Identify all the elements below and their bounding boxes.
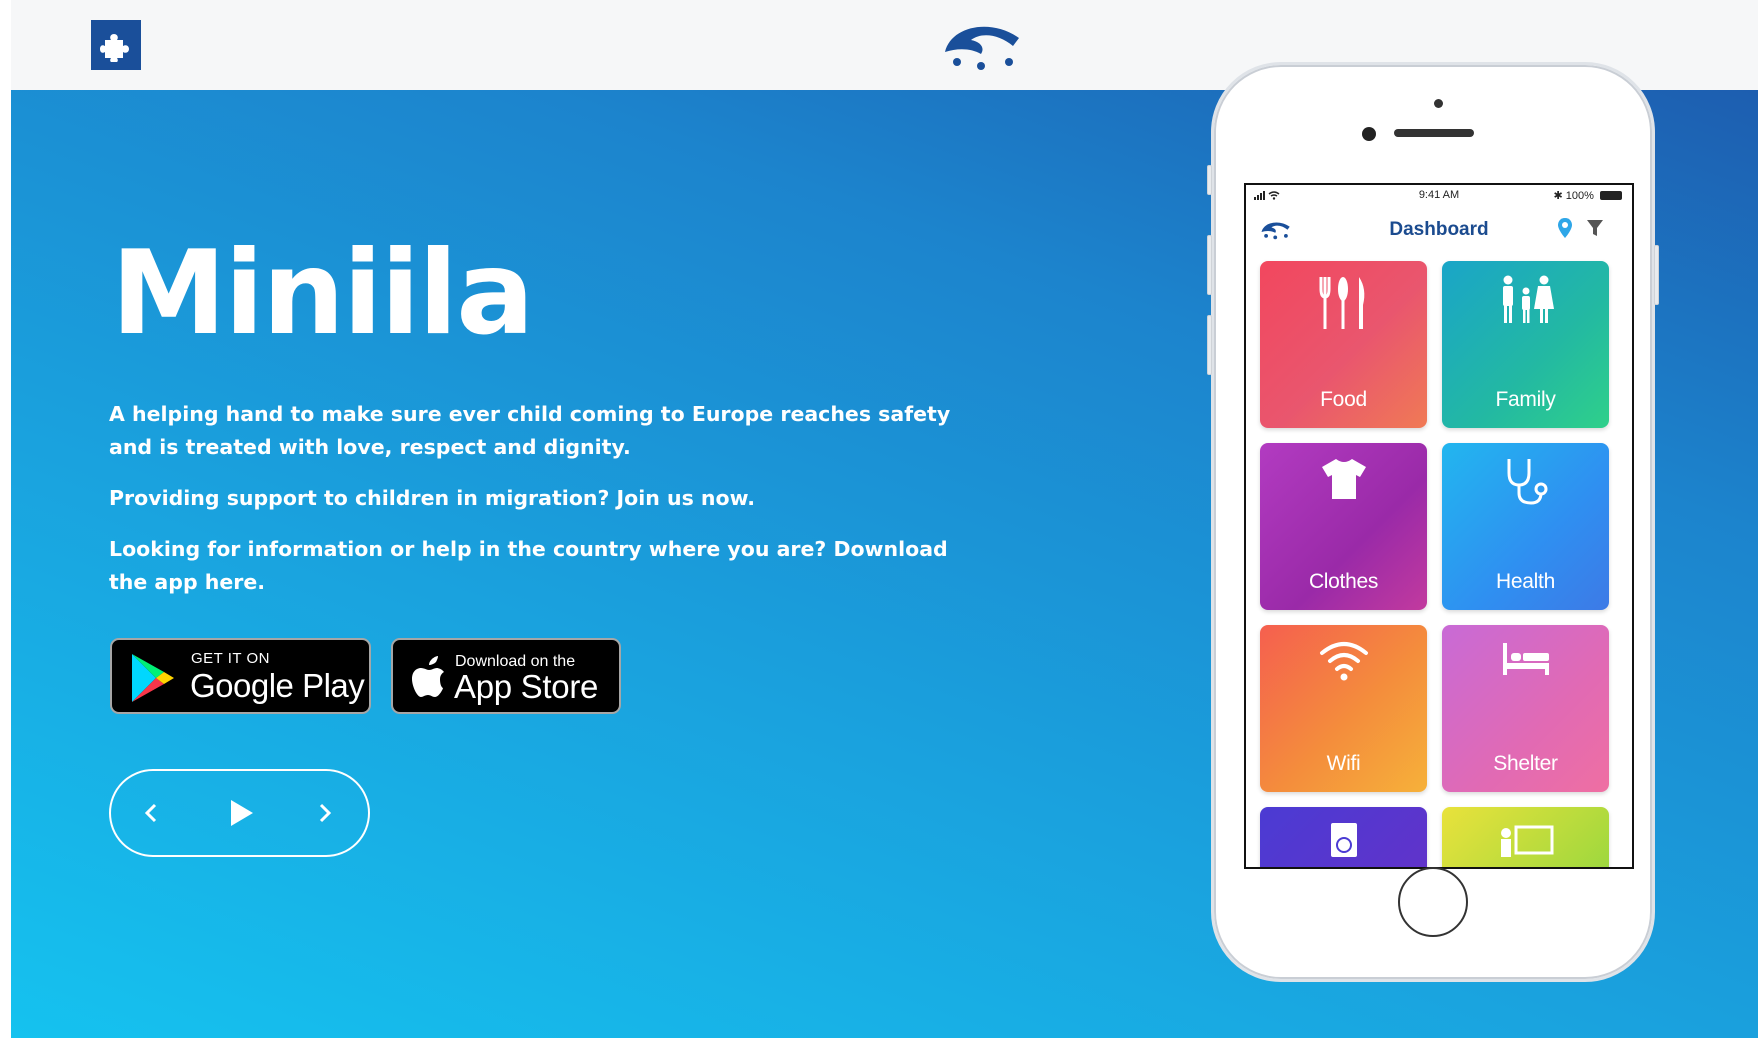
app-store-big-text: App Store	[454, 668, 599, 705]
tile-shelter[interactable]: Shelter	[1442, 625, 1609, 792]
tshirt-icon	[1321, 459, 1366, 499]
miniila-logo-icon[interactable]	[941, 16, 1025, 72]
tile-label: Food	[1320, 388, 1367, 411]
family-icon	[1502, 275, 1554, 323]
tile-label: Wifi	[1326, 752, 1361, 775]
google-play-small-text: GET IT ON	[191, 650, 270, 667]
chevron-right-icon[interactable]	[305, 771, 345, 855]
phone-speaker	[1394, 129, 1474, 137]
tile-label: Health	[1496, 570, 1555, 593]
stethoscope-icon	[1507, 459, 1547, 505]
tile-education[interactable]	[1442, 807, 1609, 867]
filter-icon[interactable]	[1586, 219, 1604, 237]
intro-paragraph: A helping hand to make sure ever child c…	[109, 402, 951, 459]
phone-volume-down	[1207, 315, 1212, 375]
status-battery: ✱ 100%	[1554, 189, 1622, 202]
chevron-left-icon[interactable]	[131, 771, 171, 855]
bed-icon	[1502, 643, 1549, 675]
join-paragraph: Providing support to children in migrati…	[109, 486, 756, 510]
tile-clothes[interactable]: Clothes	[1260, 443, 1427, 610]
tile-food[interactable]: Food	[1260, 261, 1427, 428]
phone-mockup: 9:41 AM ✱ 100% Dashboard Food Family Clo…	[1207, 62, 1659, 982]
phone-camera	[1362, 127, 1376, 141]
apple-icon	[412, 656, 444, 697]
puzzle-icon[interactable]	[91, 20, 141, 70]
phone-mute-switch	[1207, 165, 1212, 195]
google-play-icon	[132, 654, 174, 702]
slider-controls	[109, 769, 370, 857]
page: Miniila A helping hand to make sure ever…	[11, 0, 1758, 1038]
tile-wifi[interactable]: Wifi	[1260, 625, 1427, 792]
wifi-icon	[1319, 642, 1368, 681]
tile-passport[interactable]	[1260, 807, 1427, 867]
phone-sensor	[1434, 99, 1443, 108]
phone-screen: 9:41 AM ✱ 100% Dashboard Food Family Clo…	[1244, 183, 1634, 869]
google-play-button[interactable]: GET IT ON Google Play	[110, 638, 371, 714]
play-icon[interactable]	[217, 771, 265, 855]
passport-icon	[1330, 823, 1357, 857]
location-pin-icon[interactable]	[1556, 217, 1574, 239]
bluetooth-icon: ✱	[1553, 190, 1566, 202]
app-store-button[interactable]: Download on the App Store	[391, 638, 621, 714]
download-paragraph: Looking for information or help in the c…	[109, 537, 948, 594]
page-title: Miniila	[111, 226, 534, 361]
dashboard-header: Dashboard	[1246, 207, 1632, 253]
dashboard-title: Dashboard	[1389, 219, 1489, 240]
phone-home-button[interactable]	[1398, 867, 1468, 937]
classroom-icon	[1500, 825, 1553, 857]
battery-icon	[1600, 191, 1622, 200]
cutlery-icon	[1319, 277, 1364, 329]
phone-volume-up	[1207, 235, 1212, 295]
tile-family[interactable]: Family	[1442, 261, 1609, 428]
google-play-big-text: Google Play	[190, 667, 365, 704]
battery-text: 100%	[1565, 190, 1594, 202]
phone-power-button	[1654, 245, 1659, 305]
tile-label: Clothes	[1308, 570, 1379, 593]
status-bar: 9:41 AM ✱ 100%	[1246, 185, 1632, 207]
tile-health[interactable]: Health	[1442, 443, 1609, 610]
tile-label: Family	[1495, 388, 1556, 411]
tile-label: Shelter	[1493, 752, 1558, 775]
